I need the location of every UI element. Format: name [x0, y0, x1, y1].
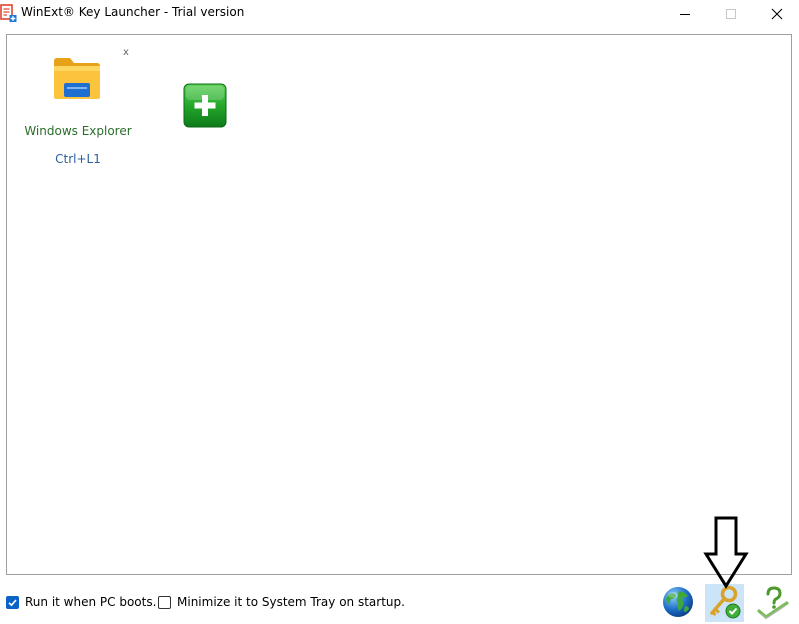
plus-icon: [183, 83, 227, 128]
help-check-icon: [757, 586, 789, 620]
add-item-button[interactable]: [183, 83, 227, 128]
window-title: WinExt® Key Launcher - Trial version: [21, 5, 245, 19]
help-button[interactable]: [755, 585, 791, 621]
run-on-boot-checkbox[interactable]: Run it when PC boots.: [6, 595, 156, 609]
globe-icon: [663, 587, 693, 617]
launcher-item-windows-explorer[interactable]: x Windows Explorer Ctrl+L1: [19, 45, 137, 170]
close-button[interactable]: [754, 0, 799, 28]
launcher-panel: x Windows Explorer Ctrl+L1: [6, 34, 792, 575]
minimize-icon: [680, 14, 690, 15]
title-bar[interactable]: WinExt® Key Launcher - Trial version: [0, 0, 799, 28]
run-on-boot-label: Run it when PC boots.: [25, 595, 157, 609]
checkmark-icon: [8, 598, 17, 606]
run-on-boot-box[interactable]: [6, 595, 19, 609]
maximize-button[interactable]: [708, 0, 754, 28]
register-key-button[interactable]: [705, 584, 744, 622]
remove-item-button[interactable]: x: [123, 47, 129, 58]
minimize-button[interactable]: [662, 0, 708, 28]
launcher-app-icon: [0, 3, 17, 23]
key-check-icon: [710, 585, 741, 619]
item-name: Windows Explorer: [24, 124, 132, 138]
minimize-to-tray-box[interactable]: [158, 595, 171, 609]
item-hotkey: Ctrl+L1: [55, 152, 101, 166]
minimize-to-tray-label: Minimize it to System Tray on startup.: [177, 595, 405, 609]
minimize-to-tray-checkbox[interactable]: Minimize it to System Tray on startup.: [158, 595, 405, 609]
close-icon: [771, 8, 783, 20]
app-window: WinExt® Key Launcher - Trial version x W…: [0, 0, 799, 624]
maximize-icon: [726, 9, 736, 19]
website-button[interactable]: [661, 585, 695, 619]
folder-icon: [52, 55, 102, 101]
